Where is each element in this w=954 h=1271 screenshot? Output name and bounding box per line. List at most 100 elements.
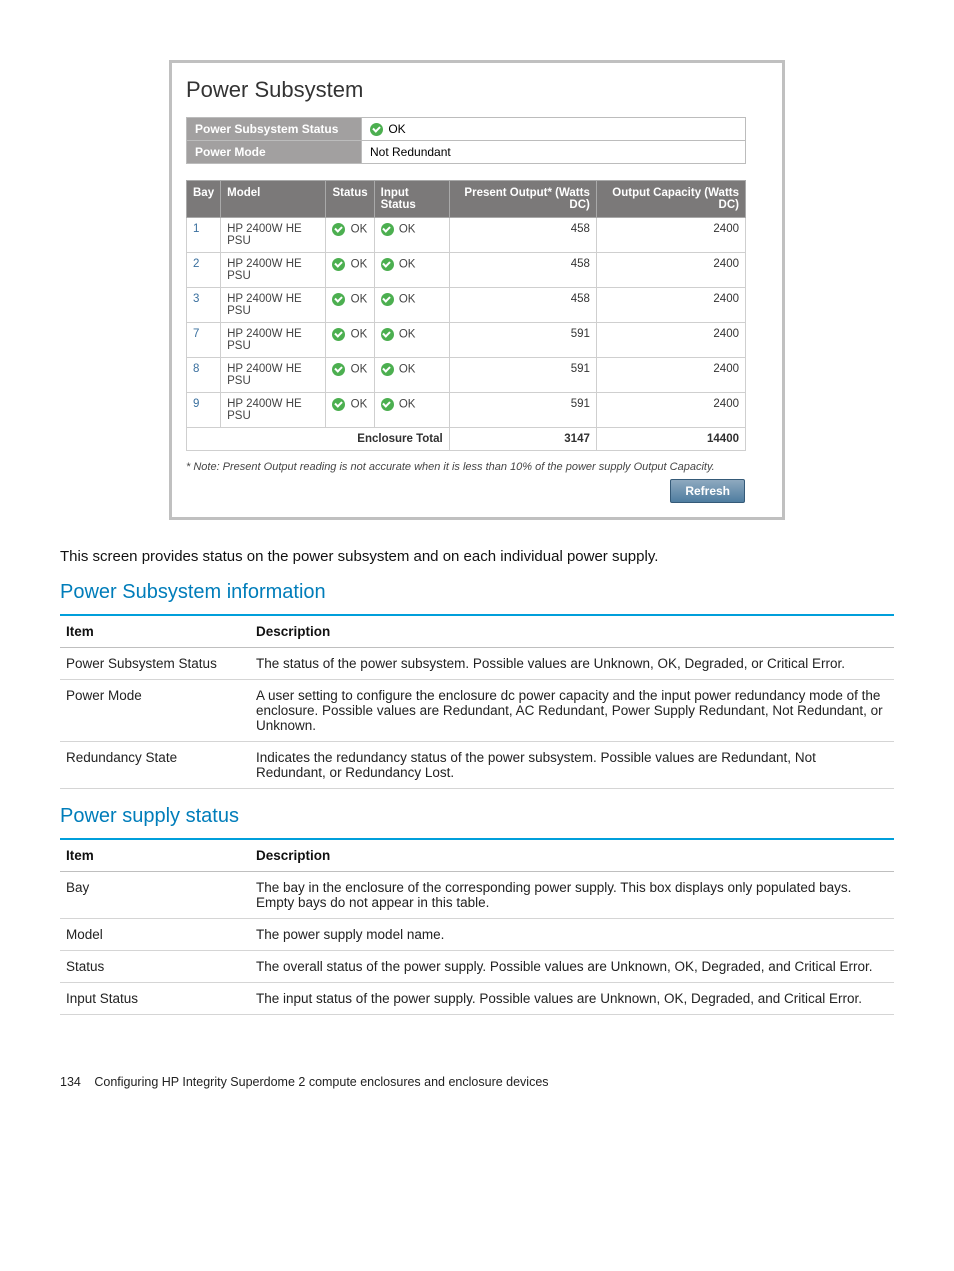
col-present-output: Present Output* (Watts DC)	[449, 181, 596, 218]
status-value: OK	[388, 122, 405, 136]
desc-cell: Indicates the redundancy status of the p…	[250, 742, 894, 789]
table-row: Input StatusThe input status of the powe…	[60, 983, 894, 1015]
item-cell: Power Mode	[60, 680, 250, 742]
item-cell: Status	[60, 951, 250, 983]
item-cell: Redundancy State	[60, 742, 250, 789]
ok-icon	[332, 363, 345, 376]
ok-icon	[332, 223, 345, 236]
present-output-cell: 458	[449, 253, 596, 288]
ok-icon	[332, 398, 345, 411]
ok-icon	[332, 328, 345, 341]
bay-cell: 1	[187, 218, 221, 253]
status-cell: OK	[326, 393, 374, 428]
col-status: Status	[326, 181, 374, 218]
status-value-cell: OK	[362, 118, 746, 141]
output-capacity-cell: 2400	[596, 358, 745, 393]
status-cell: OK	[326, 323, 374, 358]
page-footer: 134 Configuring HP Integrity Superdome 2…	[60, 1075, 894, 1089]
table-row: BayThe bay in the enclosure of the corre…	[60, 872, 894, 919]
mode-value: Not Redundant	[362, 141, 746, 164]
col-bay: Bay	[187, 181, 221, 218]
table-row: Power Subsystem StatusThe status of the …	[60, 648, 894, 680]
input-status-cell: OK	[374, 323, 449, 358]
refresh-button[interactable]: Refresh	[670, 479, 745, 503]
output-capacity-cell: 2400	[596, 323, 745, 358]
supply-status-table: Item Description BayThe bay in the enclo…	[60, 838, 894, 1015]
model-cell: HP 2400W HE PSU	[221, 323, 326, 358]
section-subsystem-info: Power Subsystem information	[60, 581, 894, 604]
col-model: Model	[221, 181, 326, 218]
page-number: 134	[60, 1075, 81, 1089]
desc-cell: The status of the power subsystem. Possi…	[250, 648, 894, 680]
ok-icon	[381, 293, 394, 306]
bay-cell: 8	[187, 358, 221, 393]
footer-text: Configuring HP Integrity Superdome 2 com…	[94, 1075, 548, 1089]
item-cell: Input Status	[60, 983, 250, 1015]
ok-icon	[370, 123, 383, 136]
subsystem-info-table: Item Description Power Subsystem StatusT…	[60, 614, 894, 789]
status-label: Power Subsystem Status	[187, 118, 362, 141]
present-output-cell: 458	[449, 288, 596, 323]
output-note: * Note: Present Output reading is not ac…	[186, 461, 746, 473]
total-label: Enclosure Total	[187, 428, 450, 451]
item-cell: Model	[60, 919, 250, 951]
status-cell: OK	[326, 358, 374, 393]
col-desc: Description	[250, 615, 894, 648]
col-desc: Description	[250, 839, 894, 872]
table-row: 7HP 2400W HE PSU OK OK5912400	[187, 323, 746, 358]
table-row: ModelThe power supply model name.	[60, 919, 894, 951]
table-row: Redundancy StateIndicates the redundancy…	[60, 742, 894, 789]
desc-cell: The input status of the power supply. Po…	[250, 983, 894, 1015]
output-capacity-cell: 2400	[596, 393, 745, 428]
model-cell: HP 2400W HE PSU	[221, 288, 326, 323]
bay-cell: 7	[187, 323, 221, 358]
desc-cell: The overall status of the power supply. …	[250, 951, 894, 983]
desc-cell: The bay in the enclosure of the correspo…	[250, 872, 894, 919]
model-cell: HP 2400W HE PSU	[221, 393, 326, 428]
status-cell: OK	[326, 218, 374, 253]
model-cell: HP 2400W HE PSU	[221, 358, 326, 393]
col-item: Item	[60, 839, 250, 872]
total-capacity: 14400	[596, 428, 745, 451]
table-row: 8HP 2400W HE PSU OK OK5912400	[187, 358, 746, 393]
table-row: 3HP 2400W HE PSU OK OK4582400	[187, 288, 746, 323]
model-cell: HP 2400W HE PSU	[221, 253, 326, 288]
output-capacity-cell: 2400	[596, 288, 745, 323]
col-input-status: Input Status	[374, 181, 449, 218]
panel-title: Power Subsystem	[186, 77, 770, 103]
table-row: 1HP 2400W HE PSU OK OK4582400	[187, 218, 746, 253]
ok-icon	[332, 258, 345, 271]
ok-icon	[381, 398, 394, 411]
input-status-cell: OK	[374, 358, 449, 393]
output-capacity-cell: 2400	[596, 218, 745, 253]
ok-icon	[381, 328, 394, 341]
output-capacity-cell: 2400	[596, 253, 745, 288]
table-row: StatusThe overall status of the power su…	[60, 951, 894, 983]
power-subsystem-panel: Power Subsystem Power Subsystem Status O…	[169, 60, 785, 520]
bay-cell: 3	[187, 288, 221, 323]
model-cell: HP 2400W HE PSU	[221, 218, 326, 253]
input-status-cell: OK	[374, 253, 449, 288]
psu-table: Bay Model Status Input Status Present Ou…	[186, 180, 746, 451]
desc-cell: A user setting to configure the enclosur…	[250, 680, 894, 742]
col-item: Item	[60, 615, 250, 648]
col-output-capacity: Output Capacity (Watts DC)	[596, 181, 745, 218]
bay-cell: 2	[187, 253, 221, 288]
input-status-cell: OK	[374, 288, 449, 323]
present-output-cell: 591	[449, 358, 596, 393]
table-row: Power ModeA user setting to configure th…	[60, 680, 894, 742]
ok-icon	[381, 258, 394, 271]
mode-label: Power Mode	[187, 141, 362, 164]
input-status-cell: OK	[374, 218, 449, 253]
present-output-cell: 458	[449, 218, 596, 253]
ok-icon	[381, 363, 394, 376]
input-status-cell: OK	[374, 393, 449, 428]
table-row: 2HP 2400W HE PSU OK OK4582400	[187, 253, 746, 288]
ok-icon	[381, 223, 394, 236]
section-supply-status: Power supply status	[60, 805, 894, 828]
total-output: 3147	[449, 428, 596, 451]
status-cell: OK	[326, 253, 374, 288]
subsystem-status-table: Power Subsystem Status OK Power Mode Not…	[186, 117, 746, 164]
ok-icon	[332, 293, 345, 306]
bay-cell: 9	[187, 393, 221, 428]
